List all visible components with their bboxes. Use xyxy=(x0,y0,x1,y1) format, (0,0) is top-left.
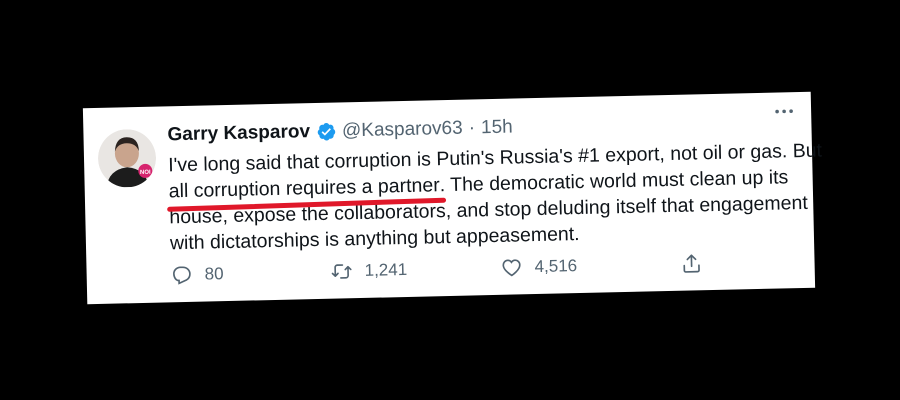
like-button[interactable]: 4,516 xyxy=(500,255,577,279)
verified-badge-icon xyxy=(316,122,336,142)
user-handle[interactable]: @Kasparov63 xyxy=(342,118,463,143)
display-name[interactable]: Garry Kasparov xyxy=(167,121,310,146)
more-options-button[interactable] xyxy=(769,102,799,121)
reply-icon xyxy=(173,266,191,285)
like-count: 4,516 xyxy=(534,256,578,277)
reply-count: 80 xyxy=(204,264,224,284)
tweet-card[interactable]: NOI Garry Kasparov @Kasparov63 · 15h I'v… xyxy=(82,91,822,305)
tweet-actions-bar: 80 1,241 4,516 xyxy=(170,252,730,291)
reply-button[interactable]: 80 xyxy=(170,263,224,286)
retweet-icon xyxy=(331,264,352,279)
heart-icon xyxy=(502,259,521,277)
tweet-timestamp[interactable]: 15h xyxy=(481,117,513,140)
avatar[interactable]: NOI xyxy=(97,129,157,188)
retweet-button[interactable]: 1,241 xyxy=(330,259,407,283)
avatar-badge-text: NOI xyxy=(140,170,151,176)
share-icon xyxy=(683,254,700,273)
tweet-header: Garry Kasparov @Kasparov63 · 15h xyxy=(167,117,513,147)
highlighted-phrase-text: all corruption requires a partner xyxy=(168,174,440,203)
retweet-count: 1,241 xyxy=(364,259,408,280)
header-separator: · xyxy=(468,117,476,139)
avatar-image: NOI xyxy=(98,129,157,188)
tweet-text: I've long said that corruption is Putin'… xyxy=(167,138,822,256)
more-options-icon xyxy=(775,109,793,114)
share-button[interactable] xyxy=(680,252,714,275)
highlighted-phrase: all corruption requires a partner xyxy=(167,172,447,212)
screenshot-stage: NOI Garry Kasparov @Kasparov63 · 15h I'v… xyxy=(0,0,900,400)
